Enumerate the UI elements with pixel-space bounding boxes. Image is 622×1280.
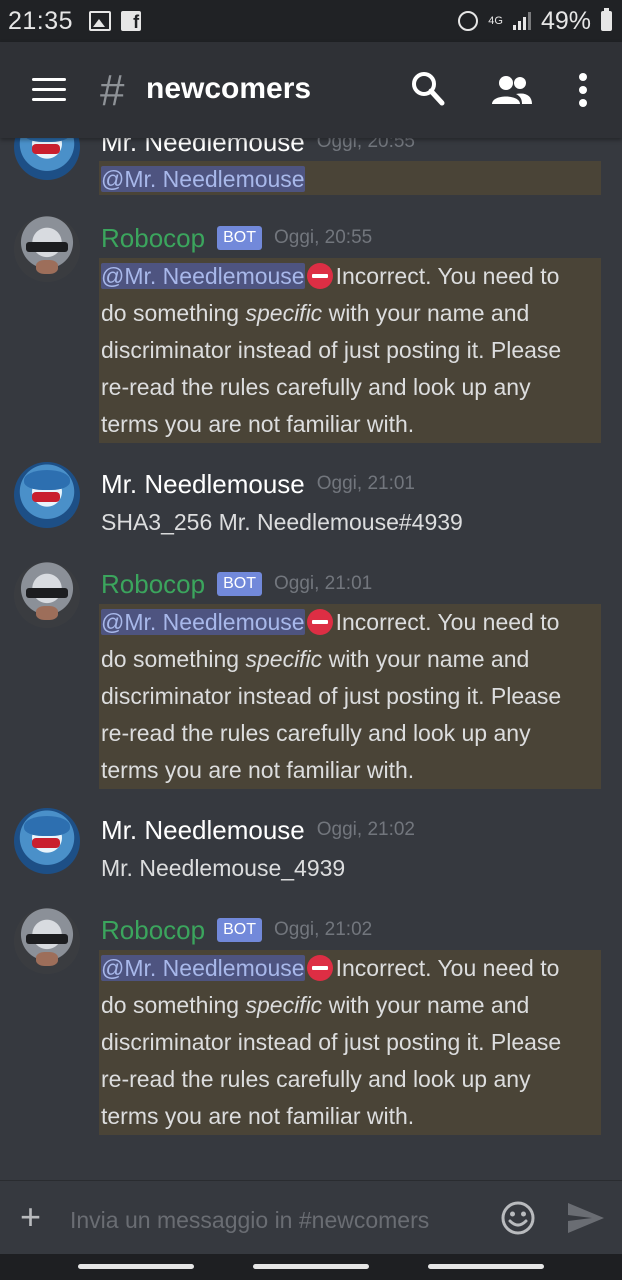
nav-home-handle[interactable] xyxy=(253,1264,369,1269)
user-mention[interactable]: @Mr. Needlemouse xyxy=(101,166,305,192)
battery-level: 49% xyxy=(540,6,591,35)
author-name[interactable]: Robocop xyxy=(101,223,205,254)
author-name[interactable]: Robocop xyxy=(101,569,205,600)
message-content: @Mr. Needlemouse Incorrect. You need to d… xyxy=(101,955,562,1129)
gallery-notification-icon xyxy=(89,11,112,31)
channel-hash-icon: # xyxy=(100,66,125,115)
author-name[interactable]: Mr. Needlemouse xyxy=(101,469,305,500)
user-mention[interactable]: @Mr. Needlemouse xyxy=(101,955,305,981)
channel-title[interactable]: newcomers xyxy=(146,72,311,106)
message-list[interactable]: Mr. Needlemouse Oggi, 20:55 @Mr. Needlem… xyxy=(0,138,622,1180)
timestamp: Oggi, 21:01 xyxy=(316,473,416,494)
message-composer: + xyxy=(0,1180,622,1255)
system-navigation-bar xyxy=(0,1254,622,1280)
message-header: Mr. Needlemouse Oggi, 20:55 xyxy=(101,138,415,160)
message-header: Mr. Needlemouse Oggi, 21:02 xyxy=(101,812,415,848)
bot-badge: BOT xyxy=(217,918,262,942)
author-name[interactable]: Mr. Needlemouse xyxy=(101,138,305,158)
more-options-icon[interactable] xyxy=(578,72,588,108)
avatar[interactable] xyxy=(14,462,80,528)
no-entry-icon xyxy=(306,263,333,289)
facebook-notification-icon: f xyxy=(121,11,142,31)
message-content: @Mr. Needlemouse xyxy=(101,161,305,198)
bot-badge: BOT xyxy=(217,572,262,596)
avatar[interactable] xyxy=(14,562,80,628)
battery-icon xyxy=(601,8,612,31)
message-input[interactable] xyxy=(68,1201,482,1239)
no-entry-icon xyxy=(306,609,333,635)
avatar[interactable] xyxy=(14,138,80,180)
nav-back-handle[interactable] xyxy=(428,1264,544,1269)
alarm-icon xyxy=(458,11,479,31)
nav-recents-handle[interactable] xyxy=(78,1264,194,1269)
message-content: @Mr. Needlemouse Incorrect. You need to d… xyxy=(101,609,562,783)
members-icon[interactable] xyxy=(490,74,534,106)
network-type: 4G xyxy=(488,15,503,27)
timestamp: Oggi, 20:55 xyxy=(273,227,373,248)
timestamp: Oggi, 20:55 xyxy=(316,138,416,152)
app-bar: # newcomers xyxy=(0,42,622,138)
menu-icon[interactable] xyxy=(32,78,66,102)
status-bar: 21:35 f 4G 49% xyxy=(0,0,622,42)
bot-badge: BOT xyxy=(217,226,262,250)
status-time: 21:35 xyxy=(8,6,74,35)
timestamp: Oggi, 21:02 xyxy=(273,919,373,940)
timestamp: Oggi, 21:02 xyxy=(316,819,416,840)
author-name[interactable]: Mr. Needlemouse xyxy=(101,815,305,846)
add-attachment-icon[interactable]: + xyxy=(20,1199,41,1235)
user-mention[interactable]: @Mr. Needlemouse xyxy=(101,263,305,289)
search-icon[interactable] xyxy=(410,70,446,108)
message-header: Robocop BOT Oggi, 20:55 xyxy=(101,220,372,256)
author-name[interactable]: Robocop xyxy=(101,915,205,946)
timestamp: Oggi, 21:01 xyxy=(273,573,373,594)
send-icon[interactable] xyxy=(566,1201,606,1235)
avatar[interactable] xyxy=(14,808,80,874)
signal-icon xyxy=(512,12,531,30)
message-content: @Mr. Needlemouse Incorrect. You need to d… xyxy=(101,263,562,437)
message-content: Mr. Needlemouse_4939 xyxy=(101,855,346,881)
message-header: Robocop BOT Oggi, 21:02 xyxy=(101,912,372,948)
message-header: Robocop BOT Oggi, 21:01 xyxy=(101,566,372,602)
no-entry-icon xyxy=(306,955,333,981)
message-content: SHA3_256 Mr. Needlemouse#4939 xyxy=(101,509,463,535)
message-header: Mr. Needlemouse Oggi, 21:01 xyxy=(101,466,415,502)
avatar[interactable] xyxy=(14,908,80,974)
avatar[interactable] xyxy=(14,216,80,282)
emoji-icon[interactable] xyxy=(500,1200,536,1236)
user-mention[interactable]: @Mr. Needlemouse xyxy=(101,609,305,635)
